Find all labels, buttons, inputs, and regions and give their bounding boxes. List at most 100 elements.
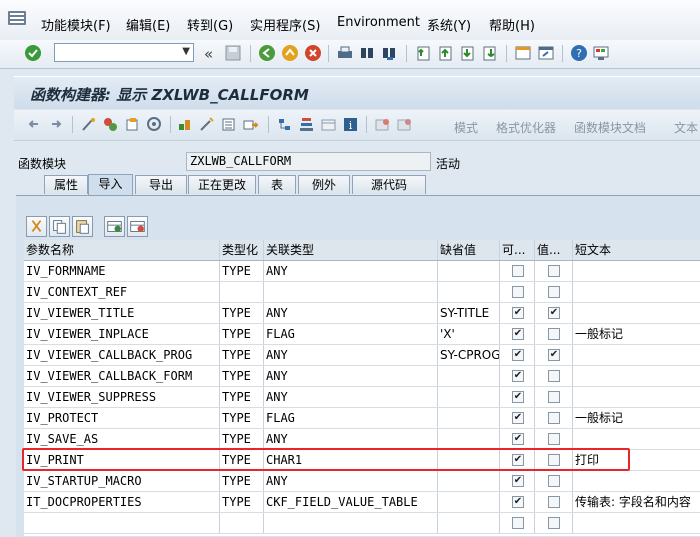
optional-checkbox[interactable]: ✔ [512, 349, 524, 361]
cell-short-text[interactable] [573, 471, 700, 491]
table-row[interactable] [24, 513, 700, 534]
tab-tables[interactable]: 表 [258, 175, 296, 194]
cell-default-value[interactable]: SY-TITLE [438, 303, 500, 323]
cell-parameter-name[interactable]: IV_VIEWER_CALLBACK_FORM [24, 366, 220, 386]
table-row[interactable]: IV_SAVE_AS TYPE ANY ✔ [24, 429, 700, 450]
table-row[interactable]: IV_FORMNAME TYPE ANY [24, 261, 700, 282]
command-field[interactable]: ▼ [54, 43, 194, 62]
activate-icon[interactable] [176, 116, 193, 133]
cell-typing[interactable]: TYPE [220, 261, 264, 281]
function-module-field[interactable]: ZXLWB_CALLFORM [186, 152, 431, 171]
pass-value-checkbox[interactable] [548, 370, 560, 382]
cell-default-value[interactable] [438, 408, 500, 428]
table-row[interactable]: IV_VIEWER_SUPPRESS TYPE ANY ✔ [24, 387, 700, 408]
back-arrow-icon[interactable] [26, 116, 43, 133]
cell-parameter-name[interactable]: IT_DOCPROPERTIES [24, 492, 220, 512]
pass-value-checkbox[interactable] [548, 475, 560, 487]
insert-row-icon[interactable] [104, 216, 125, 237]
cancel-icon[interactable] [304, 44, 322, 62]
find-icon[interactable] [358, 44, 376, 62]
cell-short-text[interactable] [573, 303, 700, 323]
test-icon[interactable] [374, 116, 391, 133]
cell-short-text[interactable]: 传输表: 字段名和内容 [573, 492, 700, 512]
navigation-window-icon[interactable] [242, 116, 259, 133]
customize-layout-icon[interactable] [592, 44, 610, 62]
enter-check-icon[interactable] [24, 44, 42, 62]
table-row[interactable]: IV_VIEWER_CALLBACK_FORM TYPE ANY ✔ [24, 366, 700, 387]
cell-associated-type[interactable] [264, 513, 438, 533]
find-next-icon[interactable] [380, 44, 398, 62]
cell-short-text[interactable] [573, 387, 700, 407]
cell-default-value[interactable] [438, 261, 500, 281]
pass-value-checkbox[interactable] [548, 286, 560, 298]
cell-parameter-name[interactable]: IV_PROTECT [24, 408, 220, 428]
column-header-typing[interactable]: 类型化 [220, 240, 264, 260]
pass-value-checkbox[interactable] [548, 328, 560, 340]
active-inactive-icon[interactable] [102, 116, 119, 133]
column-header-pass-value[interactable]: 值... [535, 240, 573, 260]
cell-typing[interactable] [220, 282, 264, 302]
optional-checkbox[interactable]: ✔ [512, 307, 524, 319]
collapse-command-field[interactable]: « [204, 45, 213, 63]
paste-icon[interactable] [72, 216, 93, 237]
chevron-down-icon[interactable]: ▼ [182, 46, 190, 57]
pass-value-checkbox[interactable] [548, 391, 560, 403]
optional-checkbox[interactable] [512, 286, 524, 298]
column-header-default-value[interactable]: 缺省值 [438, 240, 500, 260]
cell-parameter-name[interactable]: IV_FORMNAME [24, 261, 220, 281]
table-row[interactable]: IV_VIEWER_TITLE TYPE ANY SY-TITLE ✔ ✔ [24, 303, 700, 324]
back-icon[interactable] [258, 44, 276, 62]
tab-attributes[interactable]: 属性 [44, 175, 88, 194]
cell-associated-type[interactable]: FLAG [264, 408, 438, 428]
first-page-icon[interactable] [414, 44, 432, 62]
cell-default-value[interactable]: 'X' [438, 324, 500, 344]
cell-parameter-name[interactable]: IV_VIEWER_CALLBACK_PROG [24, 345, 220, 365]
where-used-icon[interactable] [198, 116, 215, 133]
table-row[interactable]: IV_VIEWER_CALLBACK_PROG TYPE ANY SY-CPROG ✔ ✔ [24, 345, 700, 366]
column-header-short-text[interactable]: 短文本 [573, 240, 700, 260]
cell-typing[interactable]: TYPE [220, 303, 264, 323]
cell-associated-type[interactable]: ANY [264, 345, 438, 365]
cell-typing[interactable]: TYPE [220, 408, 264, 428]
cell-associated-type[interactable]: ANY [264, 471, 438, 491]
tab-exceptions[interactable]: 例外 [298, 175, 350, 194]
display-layout-icon[interactable] [320, 116, 337, 133]
cell-short-text[interactable] [573, 282, 700, 302]
menu-environment[interactable]: Environment [337, 15, 420, 30]
cell-default-value[interactable]: SY-CPROG [438, 345, 500, 365]
debug-icon[interactable] [396, 116, 413, 133]
cell-short-text[interactable] [573, 261, 700, 281]
pass-value-checkbox[interactable] [548, 517, 560, 529]
copy-icon[interactable] [49, 216, 70, 237]
cell-associated-type[interactable]: ANY [264, 303, 438, 323]
cell-default-value[interactable] [438, 366, 500, 386]
next-page-icon[interactable] [458, 44, 476, 62]
table-row[interactable]: IV_STARTUP_MACRO TYPE ANY ✔ [24, 471, 700, 492]
stack-icon[interactable] [298, 116, 315, 133]
cell-typing[interactable]: TYPE [220, 345, 264, 365]
optional-checkbox[interactable] [512, 517, 524, 529]
hierarchy-icon[interactable] [276, 116, 293, 133]
cell-default-value[interactable] [438, 429, 500, 449]
cell-associated-type[interactable]: ANY [264, 366, 438, 386]
pattern-button[interactable]: 模式 [454, 119, 478, 136]
object-list-icon[interactable] [220, 116, 237, 133]
table-row[interactable]: IV_CONTEXT_REF [24, 282, 700, 303]
cell-associated-type[interactable]: ANY [264, 261, 438, 281]
cell-typing[interactable] [220, 513, 264, 533]
delete-row-icon[interactable] [127, 216, 148, 237]
cell-associated-type[interactable]: ANY [264, 387, 438, 407]
function-module-documentation-button[interactable]: 函数模块文档 [574, 119, 646, 136]
cell-short-text[interactable] [573, 366, 700, 386]
menu-goto[interactable]: 转到(G) [187, 15, 233, 34]
cell-associated-type[interactable]: CKF_FIELD_VALUE_TABLE [264, 492, 438, 512]
check-syntax-icon[interactable] [146, 116, 163, 133]
cell-default-value[interactable] [438, 387, 500, 407]
optional-checkbox[interactable]: ✔ [512, 370, 524, 382]
pass-value-checkbox[interactable] [548, 496, 560, 508]
cell-parameter-name[interactable]: IV_STARTUP_MACRO [24, 471, 220, 491]
cell-default-value[interactable] [438, 471, 500, 491]
cell-associated-type[interactable]: FLAG [264, 324, 438, 344]
menu-utilities[interactable]: 实用程序(S) [250, 15, 320, 34]
tab-export[interactable]: 导出 [135, 175, 187, 194]
